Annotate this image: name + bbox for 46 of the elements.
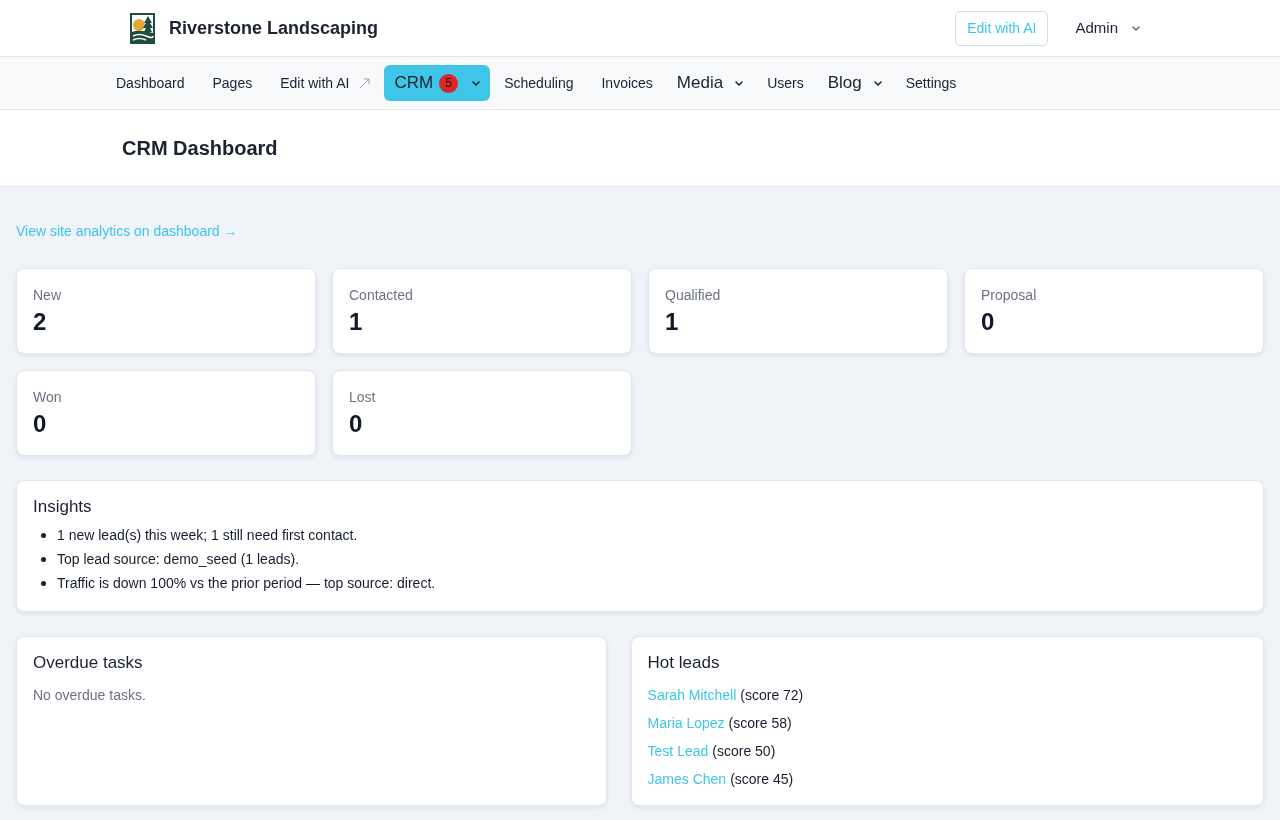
insight-text: Traffic is down 100% vs the prior period — top source: direct.	[57, 574, 436, 593]
lead-score: (score 50)	[712, 743, 776, 759]
bullet-icon	[41, 556, 46, 562]
lead-score: (score 72)	[740, 687, 804, 703]
caret-icon	[873, 80, 882, 86]
page-title: CRM Dashboard	[122, 136, 279, 160]
bullet-icon	[41, 580, 46, 586]
stat-value: 0	[349, 409, 364, 439]
nav-link[interactable]: Invoices	[587, 65, 667, 101]
stat-value: 0	[981, 307, 996, 337]
nav-dropdown[interactable]: Blog	[817, 65, 892, 101]
stat-label: Won	[33, 388, 63, 407]
brand-name: Riverstone Landscaping	[169, 16, 379, 40]
nav-link[interactable]: Users	[753, 65, 818, 101]
user-menu[interactable]: Admin	[1075, 16, 1140, 40]
nav-link[interactable]: Settings	[891, 65, 971, 101]
insight-text: 1 new lead(s) this week; 1 still need first contact.	[57, 526, 358, 545]
nav-link[interactable]: Dashboard	[102, 65, 199, 101]
caret-icon	[1132, 25, 1140, 31]
stat-label: Lost	[349, 388, 377, 407]
card-title: Overdue tasks	[33, 653, 144, 673]
lead-score: (score 45)	[730, 771, 794, 787]
nav-link[interactable]: Pages	[198, 65, 267, 101]
card-title: Hot leads	[647, 653, 721, 673]
caret-icon	[735, 80, 744, 86]
stat-label: Contacted	[349, 286, 414, 305]
nav-dropdown[interactable]: CRM 5	[384, 65, 491, 101]
insight-text: Top lead source: demo_seed (1 leads).	[57, 550, 300, 569]
stat-value: 0	[33, 409, 48, 439]
lead-score: (score 58)	[728, 715, 792, 731]
count-badge: 5	[439, 73, 459, 93]
logo-icon	[130, 12, 155, 44]
stat-label: New	[33, 286, 62, 305]
nav-link[interactable]: Edit with AI	[266, 65, 385, 101]
stat-label: Proposal	[981, 286, 1038, 305]
diagonal-arrow-icon	[359, 77, 371, 89]
stat-value: 1	[665, 307, 680, 337]
stat-value: 1	[349, 307, 364, 337]
nav-link[interactable]: Scheduling	[490, 65, 588, 101]
nav-dropdown[interactable]: Media	[666, 65, 754, 101]
bullet-icon	[41, 532, 46, 538]
empty-message: No overdue tasks.	[33, 686, 147, 705]
stat-value: 2	[33, 307, 48, 337]
card-title: Insights	[33, 497, 93, 517]
stat-label: Qualified	[665, 286, 722, 305]
caret-icon	[472, 80, 481, 86]
